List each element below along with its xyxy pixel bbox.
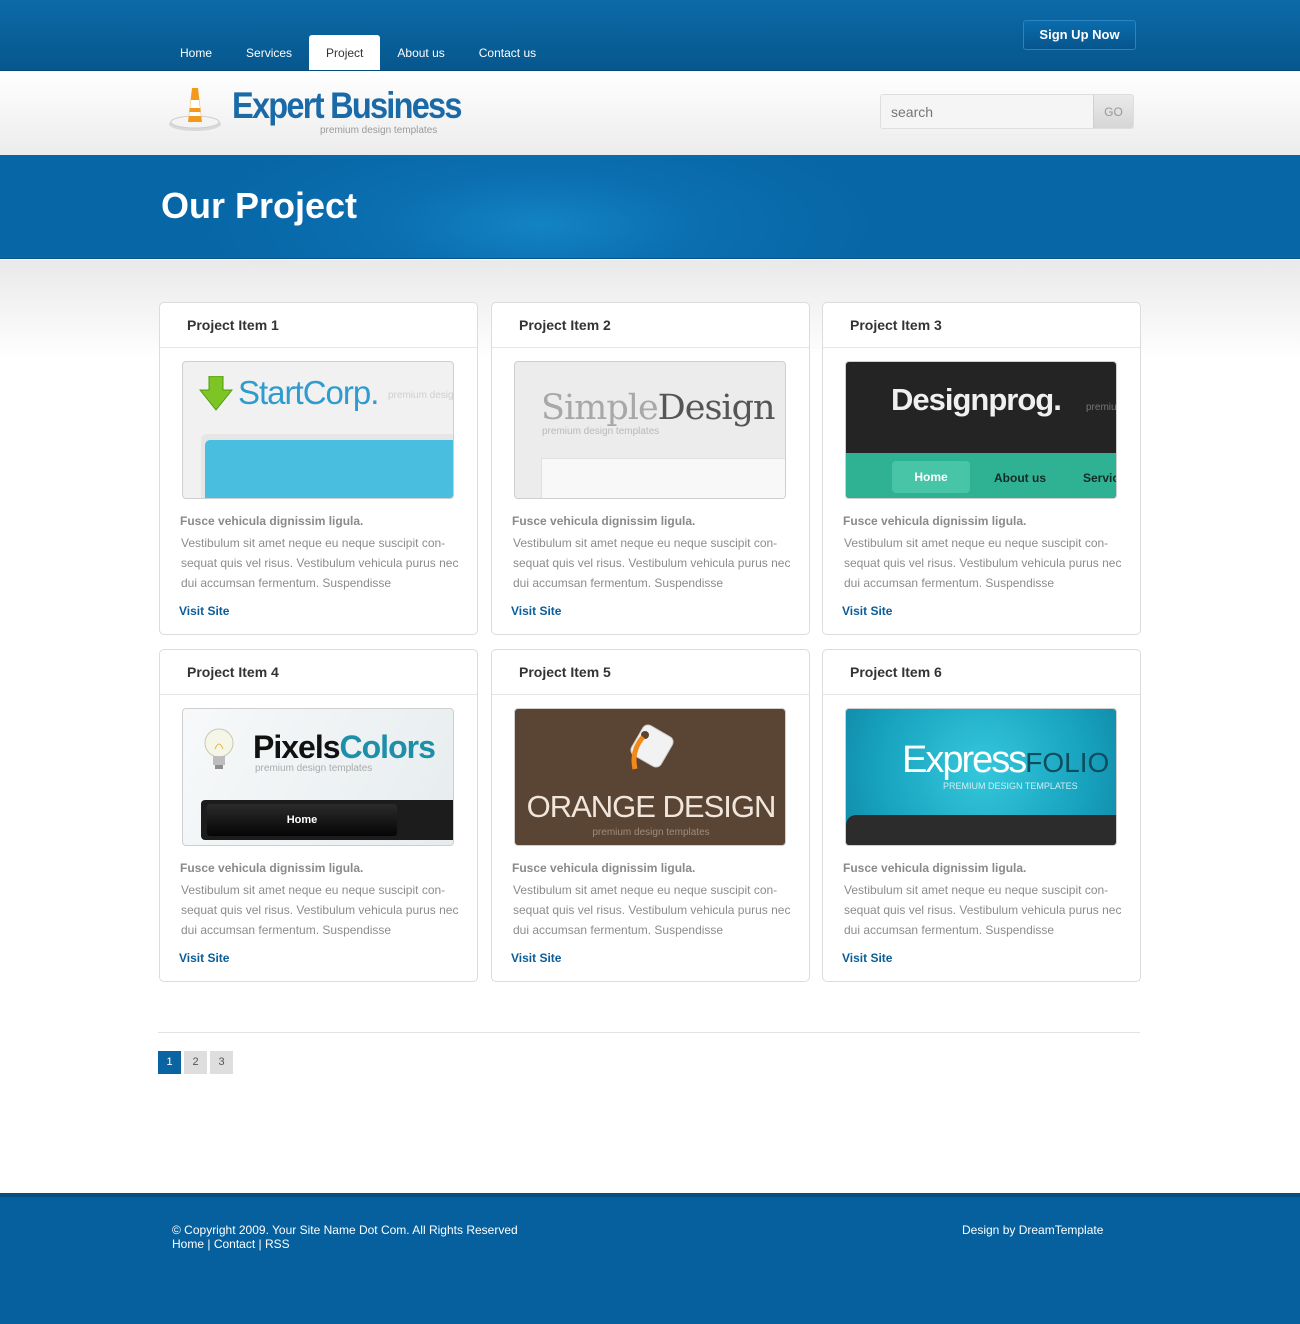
- visit-site-link[interactable]: Visit Site: [179, 604, 229, 618]
- thumb-brand: PixelsColors: [253, 729, 436, 766]
- project-description: Vestibulum sit amet neque eu neque susci…: [513, 536, 791, 590]
- project-lead: Fusce vehicula dignissim ligula.: [512, 514, 696, 528]
- thumb-nav-home: Home: [892, 461, 970, 493]
- project-lead: Fusce vehicula dignissim ligula.: [843, 861, 1027, 875]
- thumb-tagline: PREMIUM DESIGN TEMPLATES: [943, 781, 1078, 791]
- visit-site-link[interactable]: Visit Site: [179, 951, 229, 965]
- footer-separator: |: [255, 1237, 265, 1251]
- thumb-tagline: premium design templates: [542, 426, 660, 437]
- thumb-brand: StartCorp.: [238, 374, 379, 411]
- page-title: Our Project: [161, 185, 358, 226]
- thumb-panel-inner: [205, 440, 453, 498]
- project-lead: Fusce vehicula dignissim ligula.: [180, 514, 364, 528]
- pagination: 1 2 3: [158, 1051, 233, 1074]
- traffic-cone-icon: [169, 88, 221, 131]
- footer-links: Home | Contact | RSS: [172, 1237, 290, 1251]
- sign-up-button[interactable]: Sign Up Now: [1023, 20, 1136, 50]
- footer-link-rss[interactable]: RSS: [265, 1237, 290, 1251]
- project-title: Project Item 3: [823, 303, 1140, 348]
- site-header: Expert Business premium design templates…: [0, 71, 1300, 155]
- thumb-nav-bar: [846, 453, 1116, 498]
- project-description: Vestibulum sit amet neque eu neque susci…: [181, 536, 459, 590]
- thumb-brand-a: Simple: [541, 388, 659, 428]
- thumb-nav-about: About us: [994, 471, 1046, 485]
- lightbulb-icon: [204, 728, 234, 769]
- project-card-6: Project Item 6 ExpressFOLIO PREMIUM DESI…: [822, 649, 1141, 982]
- visit-site-link[interactable]: Visit Site: [511, 951, 561, 965]
- visit-site-link[interactable]: Visit Site: [511, 604, 561, 618]
- project-card-3: Project Item 3 Designprog. premiu Home A…: [822, 302, 1141, 635]
- nav-about[interactable]: About us: [380, 35, 461, 70]
- project-card-1: Project Item 1 StartCorp. premium design…: [159, 302, 478, 635]
- thumb-brand: ExpressFOLIO: [902, 739, 1109, 782]
- project-lead: Fusce vehicula dignissim ligula.: [843, 514, 1027, 528]
- project-title: Project Item 1: [160, 303, 477, 348]
- copyright-text: © Copyright 2009. Your Site Name Dot Com…: [172, 1223, 518, 1237]
- project-description: Vestibulum sit amet neque eu neque susci…: [513, 883, 791, 937]
- footer-link-contact[interactable]: Contact: [214, 1237, 255, 1251]
- thumb-brand-a: Express: [902, 739, 1027, 781]
- project-thumbnail[interactable]: StartCorp. premium design: [182, 361, 454, 499]
- thumb-brand-b: FOLIO: [1025, 747, 1110, 778]
- project-lead: Fusce vehicula dignissim ligula.: [512, 861, 696, 875]
- nav-services[interactable]: Services: [229, 35, 309, 70]
- page-button-2[interactable]: 2: [184, 1051, 207, 1074]
- project-card-5: Project Item 5 ORANGE DESIGN premium des…: [491, 649, 810, 982]
- visit-site-link[interactable]: Visit Site: [842, 951, 892, 965]
- footer-link-home[interactable]: Home: [172, 1237, 204, 1251]
- thumb-brand-b: Colors: [339, 729, 436, 765]
- project-title: Project Item 4: [160, 650, 477, 695]
- search-go-button[interactable]: GO: [1093, 95, 1133, 128]
- page-banner: Our Project: [0, 155, 1300, 259]
- thumb-tagline: premium design templates: [592, 827, 710, 838]
- thumb-brand-a: Pixels: [253, 729, 341, 765]
- main-nav: Home Services Project About us Contact u…: [163, 35, 553, 70]
- thumb-brand: ORANGE DESIGN: [526, 789, 777, 824]
- logo-name[interactable]: Expert Business: [232, 85, 463, 127]
- top-navigation-bar: Home Services Project About us Contact u…: [0, 0, 1300, 71]
- footer-separator: |: [204, 1237, 214, 1251]
- download-arrow-icon: [199, 376, 233, 411]
- project-thumbnail[interactable]: ExpressFOLIO PREMIUM DESIGN TEMPLATES: [845, 708, 1117, 846]
- project-card-4: Project Item 4 PixelsColors premium desi…: [159, 649, 478, 982]
- thumb-brand-b: Design: [657, 388, 776, 428]
- project-thumbnail[interactable]: Designprog. premiu Home About us Servic: [845, 361, 1117, 499]
- project-title: Project Item 6: [823, 650, 1140, 695]
- project-description: Vestibulum sit amet neque eu neque susci…: [181, 883, 459, 937]
- project-thumbnail[interactable]: SimpleDesign premium design templates: [514, 361, 786, 499]
- project-thumbnail[interactable]: ORANGE DESIGN premium design templates: [514, 708, 786, 846]
- project-description: Vestibulum sit amet neque eu neque susci…: [844, 536, 1122, 590]
- page-button-3[interactable]: 3: [210, 1051, 233, 1074]
- thumb-nav-home: Home: [207, 804, 397, 836]
- thumb-tagline: premium design: [388, 390, 454, 401]
- search-input[interactable]: [881, 95, 1093, 128]
- thumb-panel: [541, 458, 785, 498]
- logo-tagline: premium design templates: [320, 125, 438, 136]
- project-description: Vestibulum sit amet neque eu neque susci…: [844, 883, 1122, 937]
- content-divider: [158, 1032, 1140, 1033]
- thumb-brand: SimpleDesign: [541, 388, 776, 428]
- page-button-1[interactable]: 1: [158, 1051, 181, 1074]
- thumb-brand: Designprog.: [891, 382, 1062, 417]
- nav-project[interactable]: Project: [309, 35, 381, 70]
- visit-site-link[interactable]: Visit Site: [842, 604, 892, 618]
- project-title: Project Item 5: [492, 650, 809, 695]
- project-card-2: Project Item 2 SimpleDesign premium desi…: [491, 302, 810, 635]
- nav-contact[interactable]: Contact us: [462, 35, 553, 70]
- project-title: Project Item 2: [492, 303, 809, 348]
- site-footer: © Copyright 2009. Your Site Name Dot Com…: [0, 1193, 1300, 1324]
- thumb-tagline: premium design templates: [255, 763, 373, 774]
- thumb-nav-services: Servic: [1083, 471, 1117, 485]
- search-box: GO: [880, 94, 1134, 129]
- thumb-tagline: premiu: [1086, 402, 1117, 413]
- project-thumbnail[interactable]: PixelsColors premium design templates Ho…: [182, 708, 454, 846]
- price-tag-icon: [630, 724, 674, 770]
- project-lead: Fusce vehicula dignissim ligula.: [180, 861, 364, 875]
- nav-home[interactable]: Home: [163, 35, 229, 70]
- thumb-nav-bar: [846, 815, 1116, 845]
- design-credit[interactable]: Design by DreamTemplate: [962, 1223, 1103, 1237]
